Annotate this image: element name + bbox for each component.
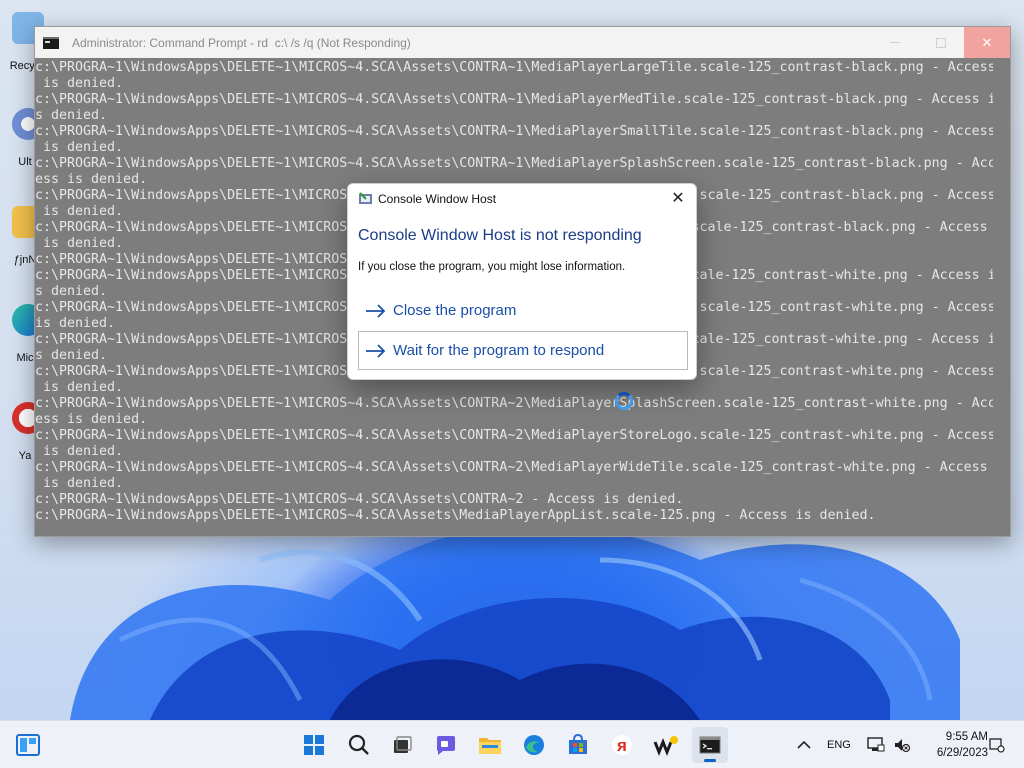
language-indicator[interactable]: ENG xyxy=(827,739,851,751)
task-view-icon xyxy=(394,736,412,753)
busy-cursor-icon xyxy=(615,392,633,410)
widgets-button[interactable] xyxy=(10,727,46,763)
cmd-output-line: c:\PROGRA~1\WindowsApps\DELETE~1\MICROS~… xyxy=(35,428,994,443)
show-hidden-icons-button[interactable] xyxy=(786,727,822,763)
command-prompt-taskbar-button[interactable] xyxy=(692,727,728,763)
cmd-output-line: ess is denied. xyxy=(35,412,148,427)
cmd-output-line: c:\PROGRA~1\WindowsApps\DELETE~1\MICROS~… xyxy=(35,60,994,75)
speaker-muted-icon xyxy=(895,739,911,753)
clock[interactable]: 9:55 AM 6/29/2023 xyxy=(920,729,988,761)
close-program-option[interactable]: Close the program xyxy=(358,291,688,330)
chat-button[interactable] xyxy=(428,727,464,763)
minimize-icon xyxy=(890,42,900,43)
cmd-output-line: is denied. xyxy=(35,444,124,459)
dialog-heading: Console Window Host is not responding xyxy=(358,227,642,244)
clock-date: 6/29/2023 xyxy=(936,747,988,759)
notification-settings-icon xyxy=(989,738,1005,753)
cmd-output-line: c:\PROGRA~1\WindowsApps\DELETE~1\MICROS~… xyxy=(35,460,988,475)
maximize-icon xyxy=(936,37,946,48)
cmd-output-line: c:\PROGRA~1\WindowsApps\DELETE~1\MICROS~… xyxy=(35,508,876,523)
cmd-window-title: Administrator: Command Prompt - rd c:\ /… xyxy=(72,35,411,50)
svg-text:я: я xyxy=(616,736,627,755)
command-prompt-icon xyxy=(699,736,721,754)
start-icon xyxy=(304,735,324,755)
cmd-output-line: is denied. xyxy=(35,380,124,395)
file-explorer-button[interactable] xyxy=(472,727,508,763)
cmd-scrollbar[interactable] xyxy=(993,58,1010,536)
winrar-icon xyxy=(653,736,678,756)
cmd-output-line: is denied. xyxy=(35,76,124,91)
cmd-output-line: c:\PROGRA~1\WindowsApps\DELETE~1\MICROS~… xyxy=(35,492,684,507)
edge-icon xyxy=(524,735,544,755)
edge-button[interactable] xyxy=(516,727,552,763)
chevron-up-icon xyxy=(797,740,811,749)
notifications-button[interactable] xyxy=(986,727,1008,763)
dialog-close-button[interactable]: ✕ xyxy=(668,189,688,209)
command-prompt-icon xyxy=(43,36,59,49)
maximize-button[interactable] xyxy=(918,27,964,58)
wait-for-program-option[interactable]: Wait for the program to respond xyxy=(358,331,688,370)
close-button[interactable]: ✕ xyxy=(964,27,1010,58)
close-icon: ✕ xyxy=(981,34,993,50)
store-icon xyxy=(569,734,587,754)
taskbar: я ENG 9:55 AM 6/29/2023 xyxy=(0,720,1024,768)
wait-for-program-label: Wait for the program to respond xyxy=(393,342,605,359)
winrar-button[interactable] xyxy=(648,727,684,763)
cmd-output-line: c:\PROGRA~1\WindowsApps\DELETE~1\MICROS~… xyxy=(35,396,994,411)
cmd-output-line: c:\PROGRA~1\WindowsApps\DELETE~1\MICROS~… xyxy=(35,124,994,139)
file-explorer-icon xyxy=(479,738,501,754)
dialog-info-text: If you close the program, you might lose… xyxy=(358,261,626,273)
cmd-output-line: c:\PROGRA~1\WindowsApps\DELETE~1\MICROS~… xyxy=(35,156,994,171)
close-program-label: Close the program xyxy=(393,302,517,319)
running-indicator xyxy=(704,759,716,762)
yandex-browser-button[interactable]: я xyxy=(604,727,640,763)
start-button[interactable] xyxy=(296,727,332,763)
arrow-right-icon xyxy=(366,343,386,358)
search-icon xyxy=(348,734,369,755)
minimize-button[interactable] xyxy=(872,27,918,58)
cmd-output-line: is denied. xyxy=(35,140,124,155)
network-icon xyxy=(867,737,885,752)
cmd-titlebar[interactable]: Administrator: Command Prompt - rd c:\ /… xyxy=(35,27,1010,58)
yandex-browser-icon: я xyxy=(612,735,632,755)
dialog-title: Console Window Host xyxy=(378,192,497,206)
cmd-output-line: s denied. xyxy=(35,108,108,123)
store-button[interactable] xyxy=(560,727,596,763)
cmd-output-line: is denied. xyxy=(35,476,124,491)
task-view-button[interactable] xyxy=(384,727,420,763)
widgets-icon xyxy=(16,734,40,756)
dialog-titlebar[interactable]: Console Window Host ✕ xyxy=(348,184,696,212)
not-responding-dialog[interactable]: Console Window Host ✕ Console Window Hos… xyxy=(347,183,697,380)
volume-button[interactable] xyxy=(890,727,914,763)
chat-icon xyxy=(437,736,455,755)
network-button[interactable] xyxy=(862,727,890,763)
console-window-host-icon xyxy=(359,192,372,204)
arrow-right-icon xyxy=(366,303,386,318)
search-button[interactable] xyxy=(341,727,377,763)
cmd-output-line: c:\PROGRA~1\WindowsApps\DELETE~1\MICROS~… xyxy=(35,92,994,107)
clock-time: 9:55 AM xyxy=(945,731,988,743)
